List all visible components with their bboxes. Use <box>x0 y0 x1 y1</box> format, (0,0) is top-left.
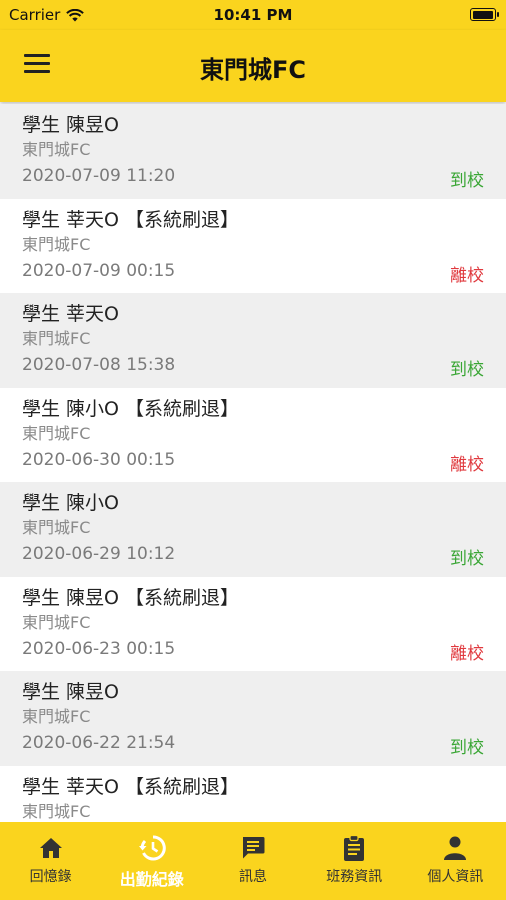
record-school: 東門城FC <box>22 801 91 821</box>
history-icon <box>138 834 166 862</box>
tab-label: 出勤紀錄 <box>119 870 184 889</box>
list-item[interactable]: 學生 莘天O 【系統刷退】 東門城FC <box>0 765 506 822</box>
record-name: 學生 莘天O <box>22 303 119 325</box>
record-name: 學生 莘天O 【系統刷退】 <box>22 775 240 798</box>
record-datetime: 2020-06-23 00:15 <box>22 638 176 659</box>
list-item[interactable]: 學生 陳小O 東門城FC 2020-06-29 10:12 到校 <box>0 482 506 577</box>
record-status: 到校 <box>450 171 484 191</box>
battery-icon <box>470 8 499 21</box>
record-datetime: 2020-06-22 21:54 <box>22 733 176 753</box>
clipboard-icon <box>340 834 368 862</box>
status-bar: Carrier 10:41 PM <box>0 0 506 30</box>
tab-label: 班務資訊 <box>326 869 383 885</box>
status-time: 10:41 PM <box>213 6 293 24</box>
record-status: 離校 <box>450 265 484 286</box>
record-status: 離校 <box>450 454 484 475</box>
tab-class-info[interactable]: 班務資訊 <box>304 822 405 900</box>
list-item[interactable]: 學生 陳昱O 東門城FC 2020-07-09 11:20 到校 <box>0 104 506 199</box>
record-name: 學生 陳小O 【系統刷退】 <box>22 397 240 420</box>
record-datetime: 2020-07-09 11:20 <box>22 166 176 186</box>
list-item[interactable]: 學生 莘天O 東門城FC 2020-07-08 15:38 到校 <box>0 293 506 388</box>
header-bar: 東門城FC <box>0 30 506 102</box>
record-school: 東門城FC <box>22 707 91 726</box>
record-school: 東門城FC <box>22 518 91 537</box>
record-datetime: 2020-06-29 10:12 <box>22 544 176 564</box>
list-item[interactable]: 學生 陳昱O 東門城FC 2020-06-22 21:54 到校 <box>0 671 506 766</box>
record-school: 東門城FC <box>22 234 91 254</box>
message-icon <box>239 834 267 862</box>
list-item[interactable]: 學生 陳小O 【系統刷退】 東門城FC 2020-06-30 00:15 離校 <box>0 387 506 482</box>
record-datetime: 2020-06-30 00:15 <box>22 449 176 470</box>
record-datetime: 2020-07-08 15:38 <box>22 355 176 375</box>
record-name: 學生 陳小O <box>22 492 119 514</box>
tab-attendance[interactable]: 出勤紀錄 <box>101 822 202 900</box>
person-icon <box>441 834 469 862</box>
record-school: 東門城FC <box>22 140 91 159</box>
tab-label: 回憶錄 <box>29 869 72 885</box>
record-school: 東門城FC <box>22 612 91 632</box>
tab-memories[interactable]: 回憶錄 <box>0 822 101 900</box>
record-name: 學生 陳昱O <box>22 114 119 136</box>
tab-messages[interactable]: 訊息 <box>202 822 303 900</box>
tab-profile[interactable]: 個人資訊 <box>405 822 506 900</box>
attendance-list[interactable]: 學生 陳昱O 東門城FC 2020-07-09 11:20 到校 學生 莘天O … <box>0 104 506 822</box>
list-item[interactable]: 學生 陳昱O 【系統刷退】 東門城FC 2020-06-23 00:15 離校 <box>0 576 506 671</box>
tab-label: 個人資訊 <box>427 869 484 885</box>
record-status: 到校 <box>450 549 484 569</box>
list-item[interactable]: 學生 莘天O 【系統刷退】 東門城FC 2020-07-09 00:15 離校 <box>0 198 506 293</box>
record-school: 東門城FC <box>22 329 91 348</box>
record-status: 到校 <box>450 360 484 380</box>
record-status: 到校 <box>450 738 484 758</box>
record-datetime: 2020-07-09 00:15 <box>22 260 176 281</box>
record-status: 離校 <box>450 643 484 664</box>
record-school: 東門城FC <box>22 423 91 443</box>
record-name: 學生 莘天O 【系統刷退】 <box>22 208 240 231</box>
page-title: 東門城FC <box>199 56 306 84</box>
record-name: 學生 陳昱O 【系統刷退】 <box>22 586 240 609</box>
tab-bar: 回憶錄 出勤紀錄 訊息 班務資訊 個人資訊 <box>0 822 506 900</box>
home-icon <box>37 834 65 862</box>
tab-label: 訊息 <box>239 869 267 885</box>
record-name: 學生 陳昱O <box>22 681 119 703</box>
